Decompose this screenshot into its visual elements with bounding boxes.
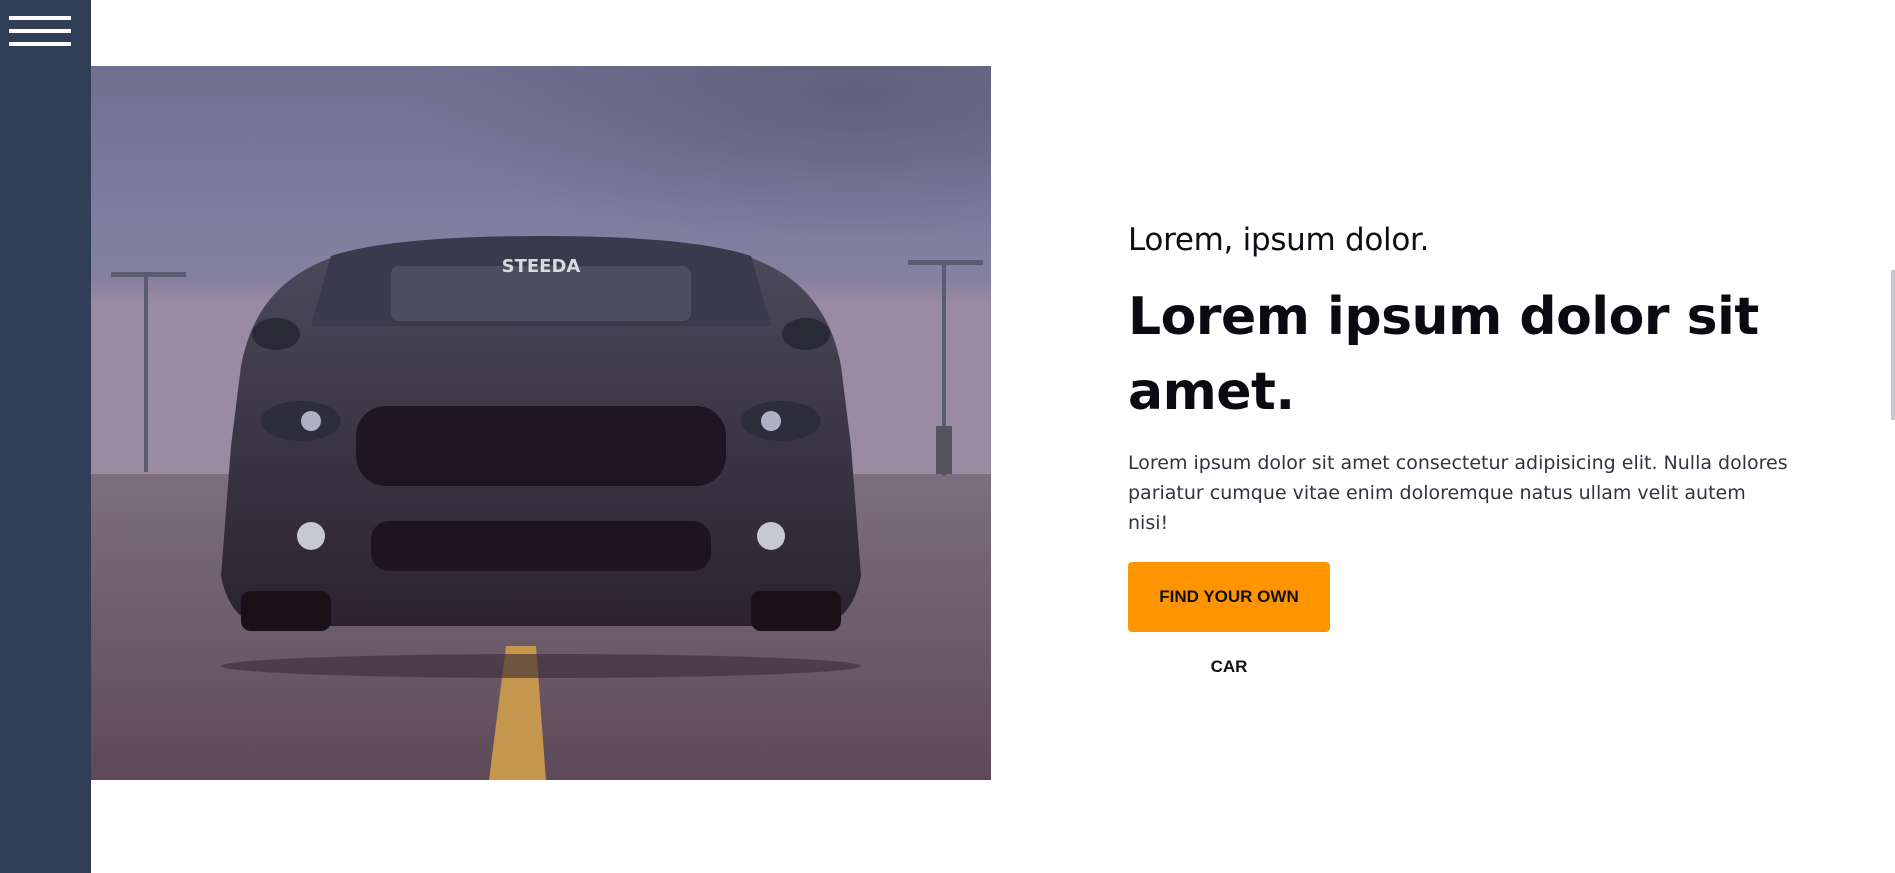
menu-line <box>9 29 71 33</box>
menu-line <box>9 42 71 46</box>
scrollbar[interactable] <box>1891 0 1895 873</box>
scrollbar-thumb[interactable] <box>1891 270 1895 420</box>
hero-description: Lorem ipsum dolor sit amet consectetur a… <box>1128 452 1788 534</box>
hero-car-image: STEEDA <box>91 66 991 780</box>
hamburger-menu-icon[interactable] <box>9 16 71 52</box>
sidebar <box>0 0 91 873</box>
find-your-own-car-button[interactable]: FIND YOUR OWN CAR <box>1128 562 1330 676</box>
menu-line <box>9 16 71 20</box>
hero-content: Lorem, ipsum dolor. Lorem ipsum dolor si… <box>1128 222 1808 677</box>
hero-subtitle: Lorem, ipsum dolor. <box>1128 222 1430 258</box>
hero-title: Lorem ipsum dolor sit amet. <box>1128 287 1759 422</box>
windshield-text: STEEDA <box>502 256 581 277</box>
